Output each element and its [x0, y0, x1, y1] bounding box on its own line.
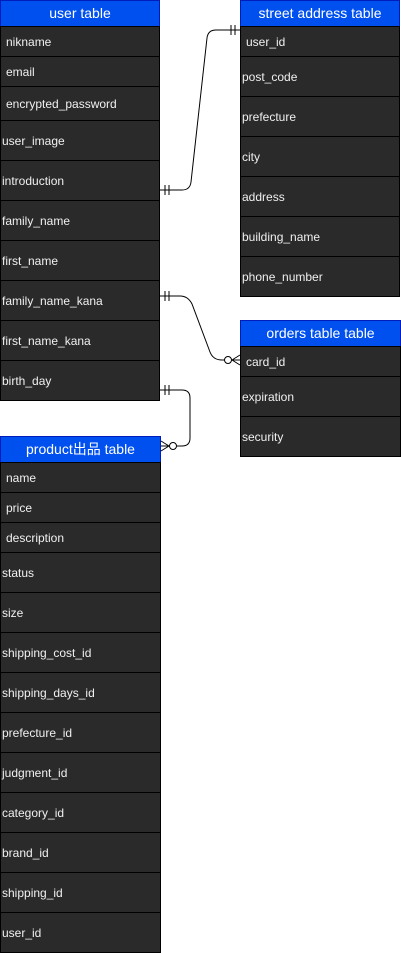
connector-user-to-street-address [160, 25, 240, 195]
connector-user-to-product [160, 385, 191, 452]
connector-user-to-orders [160, 291, 241, 366]
relationship-connectors [160, 25, 241, 452]
